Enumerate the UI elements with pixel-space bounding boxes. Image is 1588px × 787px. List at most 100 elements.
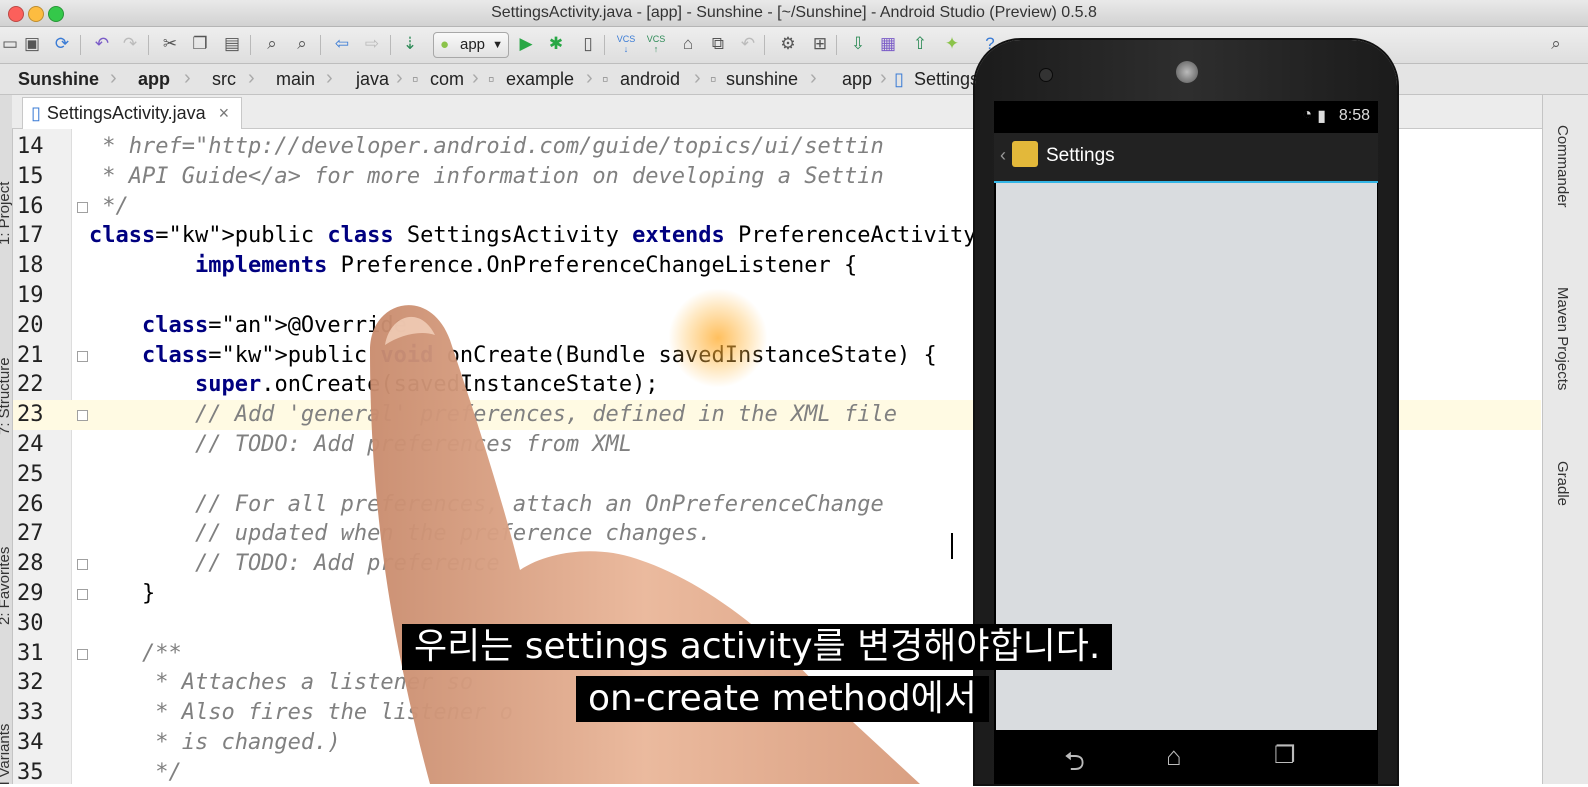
- up-chevron-icon[interactable]: ‹: [1000, 145, 1006, 166]
- back-nav-icon[interactable]: ⮌: [1064, 743, 1085, 787]
- fold-marker-icon[interactable]: [77, 648, 88, 660]
- forward-icon[interactable]: ⇨: [362, 34, 382, 54]
- recents-nav-icon[interactable]: ❐: [1274, 741, 1296, 770]
- line-number: 15: [17, 163, 44, 189]
- redo-icon[interactable]: ↷: [120, 34, 140, 54]
- code-text: // TODO: Add preferences from XML: [89, 432, 633, 457]
- code-text: implements Preference.OnPreferenceChange…: [194, 253, 858, 279]
- vcs-commit-label: VCS: [646, 34, 666, 44]
- package-icon: ▫: [488, 69, 495, 89]
- sdk-manager-icon[interactable]: ⇩: [848, 34, 868, 54]
- vcs-update-icon[interactable]: VCS ↓: [616, 34, 636, 54]
- gradle-tool-window-button[interactable]: Gradle: [1554, 461, 1571, 506]
- earpiece-speaker: [1176, 61, 1198, 83]
- cursor-highlight: [668, 288, 768, 388]
- subtitle-line-1: 우리는 settings activity를 변경해야합니다.: [402, 624, 1113, 670]
- make-icon[interactable]: ⇣: [400, 34, 420, 54]
- line-number: 31: [17, 640, 44, 666]
- vcs-commit-icon[interactable]: VCS ↑: [646, 34, 666, 54]
- paste-icon[interactable]: ▤: [222, 34, 242, 54]
- attach-debugger-icon[interactable]: ▯: [578, 34, 598, 54]
- code-text: class="an">@Override: [141, 312, 407, 338]
- fold-marker-icon[interactable]: [77, 350, 88, 362]
- line-number: 35: [17, 759, 44, 784]
- run-config-dropdown[interactable]: ● app ▼: [433, 32, 509, 58]
- search-icon[interactable]: ⌕: [1546, 34, 1566, 54]
- maven-projects-tool-window-button[interactable]: Maven Projects: [1554, 287, 1571, 390]
- undo-icon[interactable]: ↶: [92, 34, 112, 54]
- copy-icon[interactable]: ❐: [190, 34, 210, 54]
- project-structure-icon[interactable]: ⊞: [810, 34, 830, 54]
- code-text: }: [89, 581, 156, 606]
- build-variants-tool-window-button[interactable]: Build Variants: [0, 724, 12, 784]
- project-icon[interactable]: ▭: [0, 34, 20, 54]
- home-nav-icon[interactable]: ⌂: [1166, 741, 1182, 772]
- avd-manager-icon[interactable]: ▦: [878, 34, 898, 54]
- status-time: 8:58: [1338, 107, 1370, 124]
- line-number: 34: [17, 730, 44, 755]
- favorites-tool-window-button[interactable]: 2: Favorites: [0, 547, 12, 625]
- left-tool-window-strip: 1: Project 7: Structure 2: Favorites Bui…: [0, 95, 13, 784]
- tab-label: SettingsActivity.java: [46, 103, 206, 123]
- breadcrumb-item-java[interactable]: java: [356, 69, 389, 90]
- breadcrumb-item-main[interactable]: main: [276, 69, 315, 90]
- code-text: // TODO: Add preference: [89, 551, 500, 577]
- window-title: SettingsActivity.java - [app] - Sunshine…: [491, 4, 1097, 21]
- battery-icon: ▮: [1317, 108, 1326, 125]
- line-number: 26: [17, 491, 44, 517]
- vcs-compare-icon[interactable]: ⧉: [708, 34, 728, 54]
- breadcrumb-item-project[interactable]: Sunshine: [18, 69, 99, 90]
- run-icon[interactable]: ▶: [516, 34, 536, 54]
- tab-settings-activity-java[interactable]: ▯ SettingsActivity.java ×: [22, 97, 243, 129]
- breadcrumb-item-settings[interactable]: Settings: [914, 69, 979, 90]
- line-number: 33: [17, 700, 44, 726]
- vcs-revert-icon[interactable]: ↶: [738, 34, 758, 54]
- settings-icon[interactable]: ⚙: [778, 34, 798, 54]
- line-number: 19: [17, 283, 44, 308]
- right-tool-window-strip: Commander Maven Projects Gradle: [1542, 95, 1588, 784]
- java-file-icon: ▯: [31, 103, 41, 123]
- line-number: 22: [17, 372, 44, 398]
- line-number: 17: [17, 223, 44, 249]
- phone-action-bar: ‹ Settings: [994, 133, 1378, 183]
- line-number: 16: [17, 193, 44, 219]
- commander-tool-window-button[interactable]: Commander: [1554, 125, 1571, 208]
- breadcrumb-item-app[interactable]: app: [842, 69, 872, 90]
- debug-icon[interactable]: ✱: [546, 34, 566, 54]
- code-text: */: [89, 759, 182, 784]
- cut-icon[interactable]: ✂: [160, 34, 180, 54]
- breadcrumb-item-module[interactable]: app: [138, 69, 170, 90]
- line-number: 28: [17, 551, 44, 577]
- package-icon: ▫: [602, 69, 609, 89]
- fold-marker-icon[interactable]: [77, 559, 88, 571]
- vcs-history-icon[interactable]: ⌂: [678, 34, 698, 54]
- close-tab-icon[interactable]: ×: [219, 103, 230, 123]
- find-icon[interactable]: ⌕: [262, 34, 282, 54]
- fold-marker-icon[interactable]: [77, 201, 88, 213]
- code-text: // Add 'general' preferences, defined in…: [89, 402, 897, 428]
- class-file-icon: ▯: [894, 69, 904, 89]
- phone-status-bar: ◔ ▮ 8:58: [994, 101, 1378, 133]
- sync-gradle-icon[interactable]: ⇧: [910, 34, 930, 54]
- code-text: * API Guide</a> for more information on …: [89, 163, 884, 189]
- back-icon[interactable]: ⇦: [332, 34, 352, 54]
- wifi-icon: ◔: [1302, 106, 1312, 123]
- breadcrumb-item-android[interactable]: android: [620, 69, 680, 90]
- fold-marker-icon[interactable]: [77, 410, 88, 422]
- vcs-update-label: VCS: [616, 34, 636, 44]
- app-launcher-icon[interactable]: [1012, 141, 1038, 167]
- breadcrumb-item-sunshine[interactable]: sunshine: [726, 69, 798, 90]
- fold-marker-icon[interactable]: [77, 589, 88, 600]
- replace-icon[interactable]: ⌕: [292, 34, 312, 54]
- breadcrumb-item-example[interactable]: example: [506, 69, 574, 90]
- device-monitor-icon[interactable]: ✦: [942, 34, 962, 54]
- structure-tool-window-button[interactable]: 7: Structure: [0, 357, 12, 435]
- line-number: 23: [17, 402, 44, 428]
- breadcrumb-item-com[interactable]: com: [430, 69, 464, 90]
- sync-icon[interactable]: ⟳: [52, 34, 72, 54]
- project-tool-window-button[interactable]: 1: Project: [0, 182, 12, 245]
- run-config-android-icon: ●: [440, 36, 450, 53]
- save-icon[interactable]: ▣: [22, 34, 42, 54]
- code-text: super.onCreate(savedInstanceState);: [194, 372, 659, 398]
- breadcrumb-item-src[interactable]: src: [212, 69, 236, 90]
